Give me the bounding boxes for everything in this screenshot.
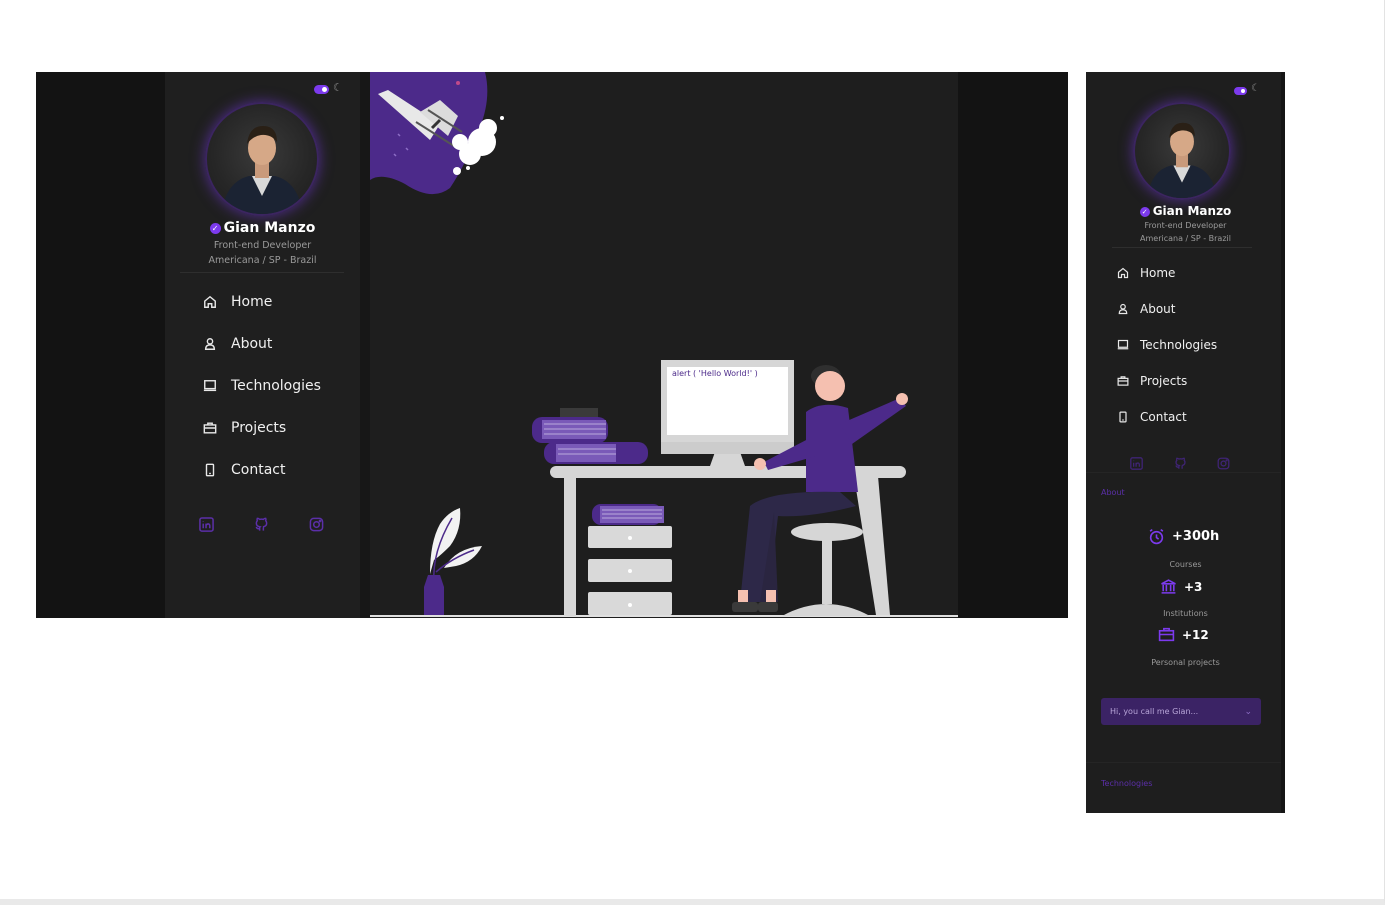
stat-label: Personal projects [1151, 658, 1220, 667]
instagram-icon [1217, 457, 1230, 470]
profile-divider [1112, 247, 1252, 248]
nav-label: About [231, 336, 273, 352]
linkedin-icon [1130, 457, 1143, 470]
mobile-preview: ☾ ✓ Gian Manzo Front-end Developer Americ… [1086, 72, 1285, 813]
nav-label: Contact [1140, 410, 1187, 424]
nav-item-technologies[interactable]: Technologies [203, 378, 321, 394]
section-divider [1086, 472, 1281, 473]
stat-value: +300h [1172, 529, 1220, 544]
home-icon [1117, 267, 1129, 279]
nav-item-home[interactable]: Home [203, 294, 272, 310]
nav-label: About [1140, 302, 1176, 316]
phone-icon [1119, 411, 1127, 423]
nav-label: Projects [1140, 374, 1188, 388]
greeting-text: Hi, you call me Gian... [1110, 707, 1199, 716]
profile-divider [180, 272, 344, 273]
profile-role: Front-end Developer [213, 240, 312, 251]
github-link[interactable] [254, 517, 269, 536]
github-icon [1175, 457, 1186, 469]
plant-icon [424, 508, 482, 615]
chevron-down-icon: ⌄ [1244, 706, 1252, 717]
sidebar-edge [360, 72, 370, 618]
moon-icon: ☾ [1251, 83, 1260, 94]
nav-label: Technologies [1140, 338, 1218, 352]
instagram-icon [309, 517, 324, 532]
verified-icon: ✓ [1139, 206, 1150, 217]
stat-courses: +300h [1148, 528, 1219, 545]
laptop-icon [203, 380, 217, 392]
profile-name: Gian Manzo [1152, 204, 1232, 218]
stat-institutions: +3 [1160, 578, 1202, 595]
hero-illustration [370, 72, 958, 617]
verified-icon: ✓ [209, 222, 221, 234]
stat-label: Courses [1169, 560, 1202, 569]
nav-item-contact[interactable]: Contact [203, 462, 285, 478]
github-icon [255, 517, 268, 531]
hero-area: alert ( 'Hello World!' ) [370, 72, 958, 618]
stat-value: +12 [1182, 627, 1209, 642]
nav-item-contact[interactable]: Contact [1117, 410, 1187, 424]
nav-item-home[interactable]: Home [1117, 266, 1175, 280]
user-icon [204, 338, 216, 350]
theme-toggle[interactable] [314, 85, 329, 94]
stat-projects: +12 [1158, 626, 1209, 643]
briefcase-icon [1158, 627, 1175, 642]
nav-label: Home [1140, 266, 1176, 280]
laptop-icon [1117, 339, 1129, 350]
moon-icon: ☾ [333, 81, 343, 94]
profile-location: Americana / SP - Brazil [208, 255, 317, 266]
nav-item-about[interactable]: About [203, 336, 272, 352]
desktop-preview: ☾ ✓ Gian Manzo Front-end Developer Americ… [36, 72, 1068, 618]
profile-name: Gian Manzo [223, 220, 316, 236]
linkedin-link[interactable] [199, 517, 214, 536]
user-icon [1118, 303, 1128, 315]
technologies-section-label: Technologies [1101, 779, 1153, 788]
phone-icon [205, 463, 215, 477]
home-icon [204, 295, 216, 308]
briefcase-icon [203, 422, 217, 434]
alarm-clock-icon [1149, 528, 1164, 545]
nav-label: Contact [231, 462, 286, 478]
section-divider [1086, 762, 1281, 763]
profile-role: Front-end Developer [1144, 221, 1227, 230]
nav-item-projects[interactable]: Projects [1117, 374, 1187, 388]
institution-icon [1161, 579, 1176, 594]
instagram-link[interactable] [309, 517, 324, 536]
chair [782, 523, 870, 616]
stat-label: Institutions [1163, 609, 1208, 618]
avatar [1133, 102, 1231, 200]
nav-label: Projects [231, 420, 287, 436]
sidebar: ☾ ✓ Gian Manzo Front-end Developer Americ… [165, 72, 360, 618]
nav-label: Technologies [231, 378, 321, 394]
stat-value: +3 [1184, 579, 1203, 594]
about-section-label: About [1101, 488, 1125, 497]
profile-location: Americana / SP - Brazil [1140, 234, 1231, 243]
linkedin-icon [199, 517, 214, 532]
avatar [205, 102, 319, 216]
code-snippet: alert ( 'Hello World!' ) [672, 369, 758, 378]
nav-item-about[interactable]: About [1117, 302, 1175, 316]
nav-item-projects[interactable]: Projects [203, 420, 286, 436]
nav-item-technologies[interactable]: Technologies [1117, 338, 1217, 352]
briefcase-icon [1117, 376, 1129, 386]
theme-toggle[interactable] [1234, 87, 1247, 95]
greeting-dropdown[interactable]: Hi, you call me Gian... ⌄ [1101, 698, 1261, 725]
nav-label: Home [231, 294, 273, 310]
mobile-edge [1281, 72, 1285, 813]
